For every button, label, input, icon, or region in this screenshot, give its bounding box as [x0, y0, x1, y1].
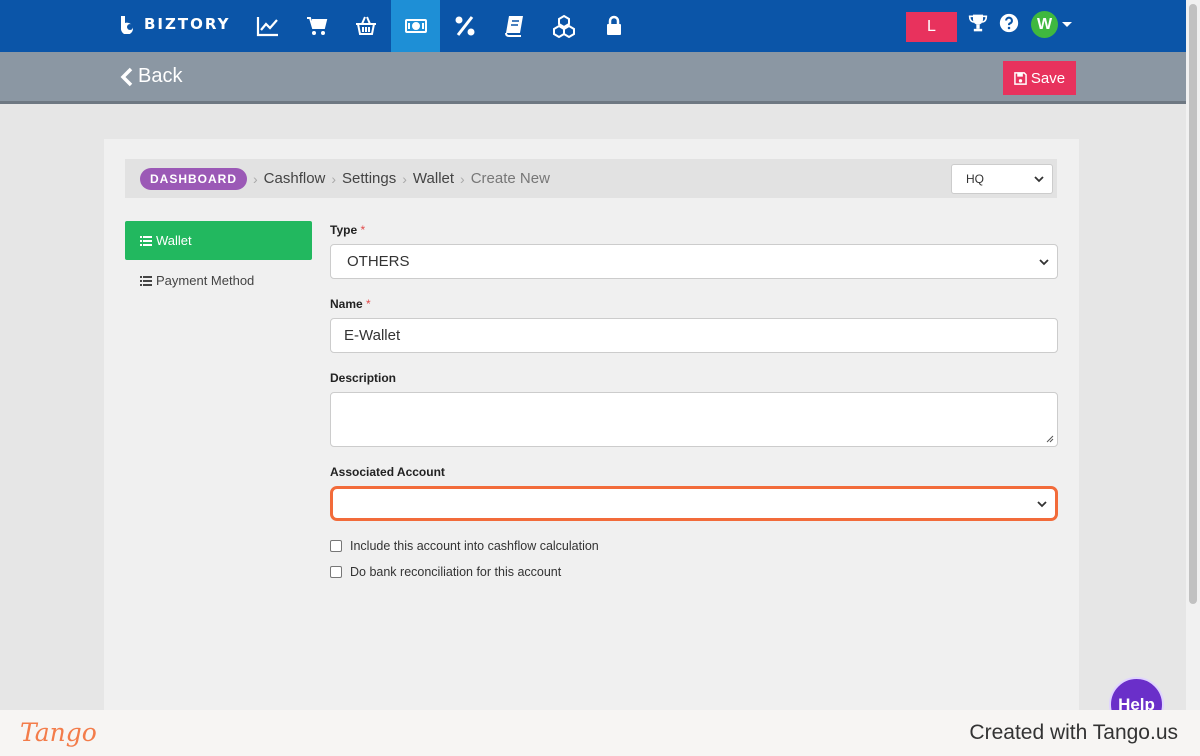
sidebar-item-wallet[interactable]: Wallet [125, 221, 312, 260]
chevron-down-icon [1039, 258, 1049, 265]
description-label: Description [330, 371, 397, 385]
scrollbar-thumb[interactable] [1189, 4, 1197, 604]
reconciliation-checkbox-label[interactable]: Do bank reconciliation for this account [350, 565, 561, 579]
resize-handle-icon[interactable] [1046, 435, 1054, 443]
type-select-value: OTHERS [347, 253, 410, 270]
percent-icon[interactable] [440, 0, 489, 52]
trophy-icon[interactable] [967, 12, 989, 34]
floppy-disk-icon [1014, 71, 1027, 85]
associated-account-select[interactable] [330, 486, 1058, 521]
save-label: Save [1030, 69, 1066, 87]
money-icon[interactable] [391, 0, 440, 52]
created-with-text: Created with Tango.us [969, 721, 1178, 744]
sidebar-item-label: Wallet [156, 233, 192, 248]
description-textarea[interactable] [330, 392, 1058, 447]
chevron-down-icon [1037, 500, 1047, 507]
save-button[interactable]: Save [1003, 61, 1076, 95]
breadcrumb-dashboard[interactable]: DASHBOARD [140, 167, 247, 190]
biztory-logo-icon [120, 16, 133, 34]
tango-footer: Tango Created with Tango.us [0, 710, 1200, 756]
associated-account-label: Associated Account [330, 465, 445, 479]
list-icon [140, 235, 152, 246]
list-icon [140, 275, 152, 286]
chevron-right-icon: › [460, 170, 465, 187]
cashflow-checkbox-label[interactable]: Include this account into cashflow calcu… [350, 539, 599, 553]
name-input-value: E-Wallet [344, 327, 401, 344]
sidebar-item-label: Payment Method [156, 273, 255, 288]
chevron-down-icon [1034, 176, 1044, 183]
tango-logo: Tango [20, 718, 97, 747]
reconciliation-checkbox-row: Do bank reconciliation for this account [330, 565, 561, 579]
content-card: DASHBOARD › Cashflow › Settings › Wallet… [104, 139, 1079, 756]
breadcrumb: DASHBOARD › Cashflow › Settings › Wallet… [125, 159, 1057, 198]
user-badge[interactable]: L [906, 12, 957, 42]
chevron-down-icon[interactable] [1062, 22, 1072, 27]
cubes-icon[interactable] [539, 0, 588, 52]
sidebar-item-payment-method[interactable]: Payment Method [125, 261, 312, 300]
cart-icon[interactable] [292, 0, 341, 52]
lock-icon[interactable] [589, 0, 638, 52]
chevron-right-icon: › [253, 170, 258, 187]
help-circle-icon[interactable] [998, 12, 1020, 34]
chevron-right-icon: › [402, 170, 407, 187]
top-navbar: BIZTORY L W [0, 0, 1200, 52]
name-label-text: Name [330, 297, 363, 311]
cashflow-checkbox-row: Include this account into cashflow calcu… [330, 539, 599, 553]
scrollbar[interactable] [1186, 0, 1200, 756]
name-label: Name * [330, 297, 371, 311]
type-label-text: Type [330, 223, 358, 237]
name-input[interactable]: E-Wallet [330, 318, 1058, 353]
back-button[interactable]: Back [120, 65, 182, 88]
breadcrumb-cashflow[interactable]: Cashflow [264, 170, 326, 187]
biztory-logo[interactable]: BIZTORY [118, 14, 230, 34]
cashflow-checkbox[interactable] [330, 540, 342, 552]
branch-select-value: HQ [966, 172, 984, 186]
logo-text: BIZTORY [144, 15, 231, 33]
breadcrumb-current: Create New [470, 170, 550, 187]
required-mark: * [366, 297, 371, 311]
basket-icon[interactable] [341, 0, 390, 52]
back-label: Back [138, 65, 183, 87]
type-label: Type * [330, 223, 365, 237]
type-select[interactable]: OTHERS [330, 244, 1058, 279]
reconciliation-checkbox[interactable] [330, 566, 342, 578]
book-icon[interactable] [490, 0, 539, 52]
breadcrumb-wallet[interactable]: Wallet [413, 170, 454, 187]
chart-line-icon[interactable] [243, 0, 292, 52]
required-mark: * [360, 223, 366, 237]
avatar[interactable]: W [1031, 11, 1058, 38]
branch-select[interactable]: HQ [951, 164, 1053, 194]
chevron-left-icon [120, 67, 133, 86]
action-bar: Back Save [0, 52, 1200, 104]
chevron-right-icon: › [331, 170, 337, 187]
breadcrumb-settings[interactable]: Settings [342, 170, 396, 187]
